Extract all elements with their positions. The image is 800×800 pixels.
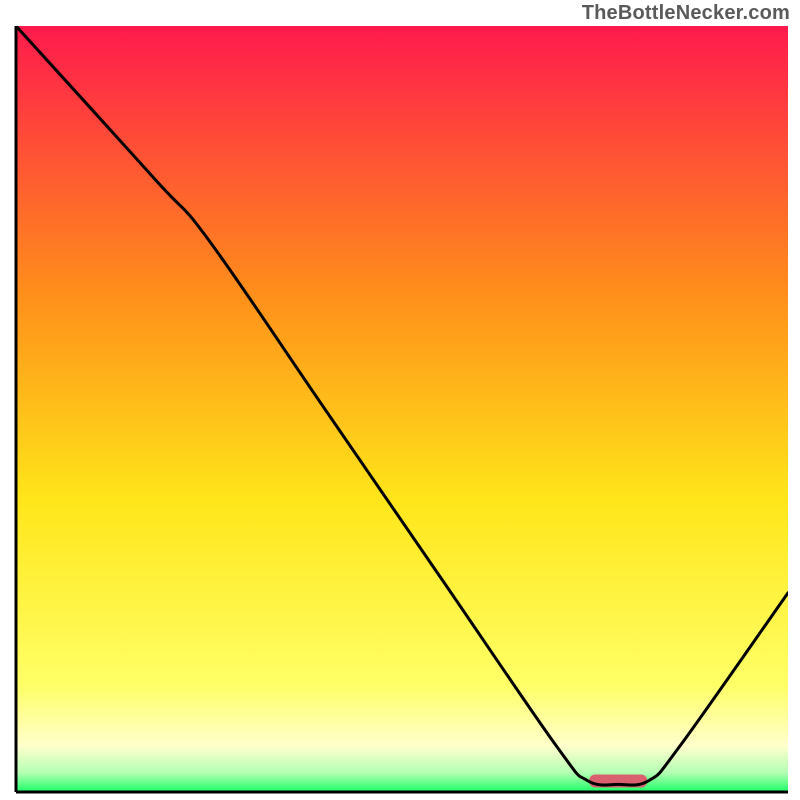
- attribution-text: TheBottleNecker.com: [582, 2, 790, 25]
- bottleneck-chart: [12, 26, 788, 796]
- plot-background: [16, 26, 788, 792]
- chart-container: TheBottleNecker.com: [0, 0, 800, 800]
